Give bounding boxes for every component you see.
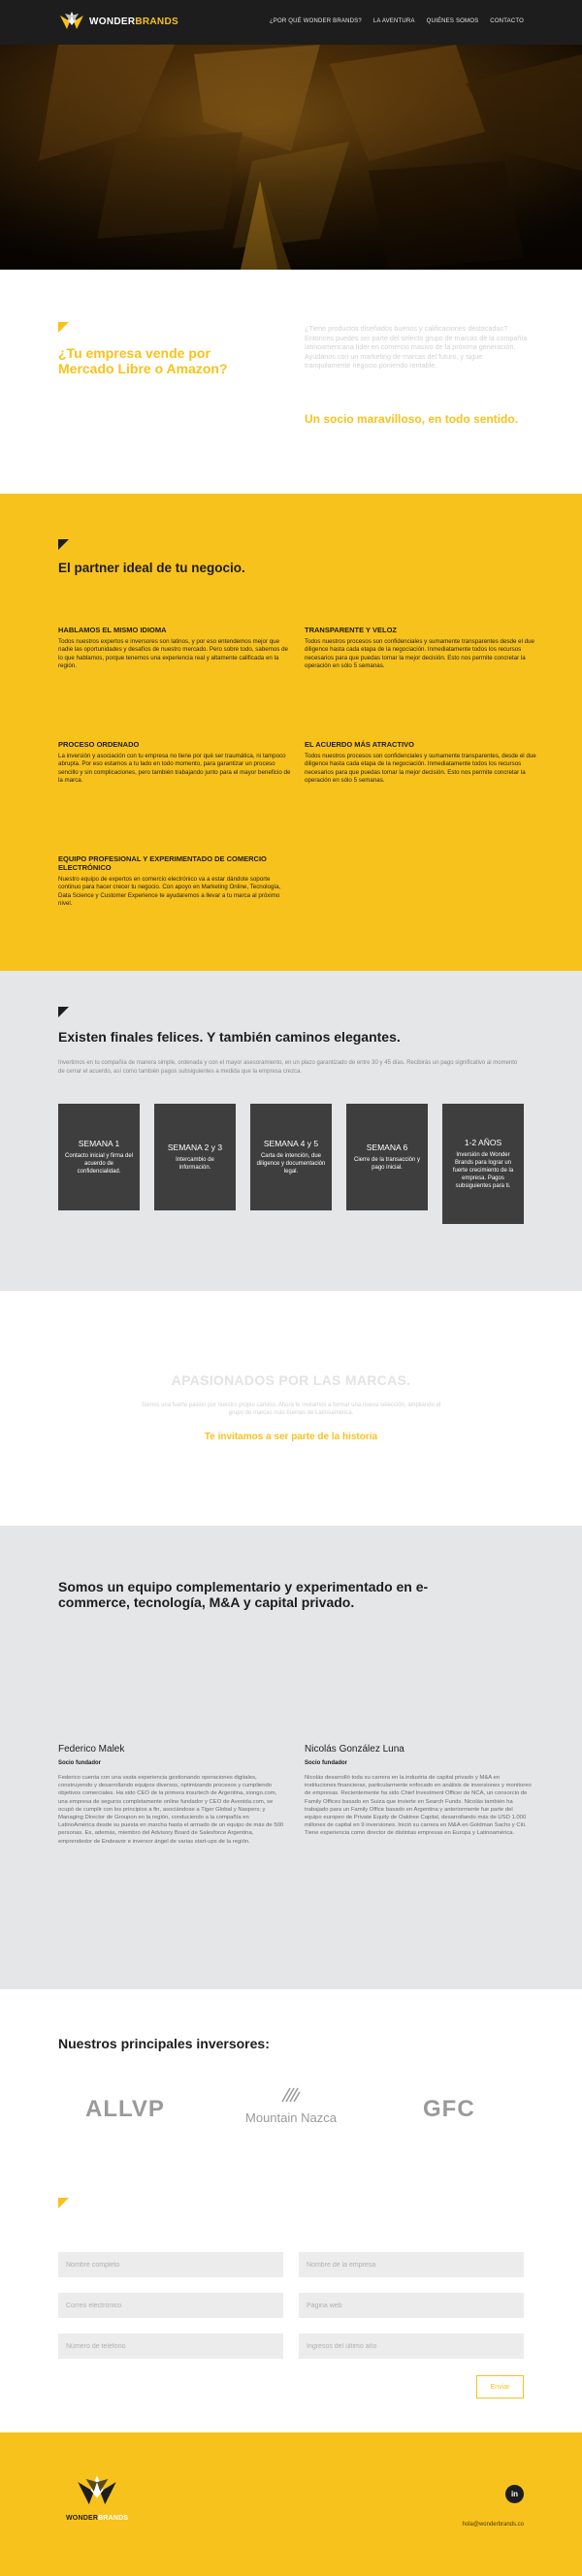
hero-background: [0, 45, 582, 270]
send-button[interactable]: Enviar: [476, 2375, 524, 2399]
partner-block-title: PROCESO ORDENADO: [58, 740, 140, 749]
investors-title: Nuestros principales inversores:: [58, 2036, 270, 2051]
timeline-step-text: Intercambio de información.: [176, 1157, 214, 1171]
partner-block: EL ACUERDO MÁS ATRACTIVO Todos nuestros …: [305, 740, 537, 786]
member-name: Federico Malek: [58, 1744, 125, 1755]
investor-logo-allvp: ALLVP: [85, 2096, 165, 2122]
partner-block-text: Todos nuestros procesos son confidencial…: [305, 638, 534, 670]
passion-section: APASIONADOS POR LAS MARCAS. Somos una fu…: [0, 1291, 582, 1526]
partner-block-text: Nuestro equipo de expertos en comercio e…: [58, 876, 281, 908]
passion-text: Somos una fuerte pasión por nuestro prop…: [141, 1402, 441, 1416]
timeline-title: Existen finales felices. Y también camin…: [58, 1029, 401, 1045]
footer-email-link[interactable]: hola@wonderbrands.co: [463, 2522, 524, 2528]
site-header: WONDERBRANDS ¿POR QUÉ WONDER BRANDS? LA …: [0, 0, 582, 45]
intro-section: ¿Tu empresa vende por Mercado Libre o Am…: [0, 270, 582, 494]
member-bio: Nicolás desarrolló toda su carrera en la…: [305, 1775, 532, 1837]
timeline-step-label: 1-2 AÑOS: [464, 1138, 502, 1147]
corner-accent: [58, 539, 69, 550]
partner-block-title: EQUIPO PROFESIONAL Y EXPERIMENTADO DE CO…: [58, 854, 267, 872]
footer-logo-word-wonder: WONDER: [66, 2515, 99, 2522]
timeline-step-label: SEMANA 1: [78, 1139, 120, 1148]
timeline-description: Invertimos en tu compañía de manera simp…: [58, 1060, 518, 1075]
footer-logo-word-brands: BRANDS: [98, 2515, 129, 2522]
page: WONDERBRANDS ¿POR QUÉ WONDER BRANDS? LA …: [0, 0, 582, 2576]
timeline-step-text: Inversión de Wonder Brands para lograr u…: [452, 1152, 514, 1189]
partner-block: HABLAMOS EL MISMO IDIOMA Todos nuestros …: [58, 626, 291, 671]
member-role: Socio fundador: [58, 1760, 101, 1766]
partner-block-title: EL ACUERDO MÁS ATRACTIVO: [305, 740, 414, 749]
member-bio: Federico cuenta con una vasta experienci…: [58, 1775, 284, 1845]
timeline-step-text: Cierre de la transacción y pago inicial.: [353, 1157, 421, 1171]
timeline-step-text: Carta de intención, due diligence y docu…: [256, 1153, 326, 1175]
intro-text: ¿Tiene productos diseñados buenos y cali…: [305, 324, 528, 370]
logo-word-brands: BRANDS: [135, 16, 178, 27]
nav-item-about[interactable]: QUIÉNES SOMOS: [427, 18, 479, 24]
company-name-field[interactable]: [299, 2252, 524, 2277]
timeline-step-label: SEMANA 4 y 5: [263, 1139, 319, 1148]
team-member: Nicolás González Luna Socio fundador Nic…: [305, 1744, 532, 1838]
partner-title: El partner ideal de tu negocio.: [58, 561, 245, 575]
mountain-nazca-text: Mountain Nazca: [245, 2110, 337, 2125]
partner-block: PROCESO ORDENADO La inversión y asociaci…: [58, 740, 291, 786]
timeline-section: Existen finales felices. Y también camin…: [0, 971, 582, 1291]
partner-block: EQUIPO PROFESIONAL Y EXPERIMENTADO DE CO…: [58, 854, 291, 909]
timeline-step: SEMANA 4 y 5 Carta de intención, due dil…: [250, 1104, 332, 1210]
logo-icon: [60, 12, 83, 29]
timeline-step: SEMANA 6 Cierre de la transacción y pago…: [346, 1104, 428, 1210]
hero-image: [0, 45, 582, 270]
mountain-nazca-icon: [281, 2087, 301, 2103]
intro-tagline: Un socio maravilloso, en todo sentido.: [305, 412, 519, 426]
nav-item-contact[interactable]: CONTACTO: [490, 18, 524, 24]
footer-logo-text: WONDERBRANDS: [66, 2515, 128, 2522]
logo-word-wonder: WONDER: [89, 16, 136, 27]
intro-title: ¿Tu empresa vende por Mercado Libre o Am…: [58, 345, 228, 376]
team-title: Somos un equipo complementario y experim…: [58, 1579, 429, 1610]
partner-block-text: La inversión y asociación con tu empresa…: [58, 753, 291, 785]
timeline-step: 1-2 AÑOS Inversión de Wonder Brands para…: [442, 1104, 524, 1224]
nav-item-adventure[interactable]: LA AVENTURA: [373, 18, 415, 24]
timeline-step-label: SEMANA 2 y 3: [167, 1143, 223, 1152]
timeline-step: SEMANA 2 y 3 Intercambio de información.: [154, 1104, 236, 1210]
team-section: Somos un equipo complementario y experim…: [0, 1526, 582, 1989]
partner-block: TRANSPARENTE Y VELOZ Todos nuestros proc…: [305, 626, 537, 671]
corner-accent: [58, 1007, 69, 1017]
partner-section: El partner ideal de tu negocio. HABLAMOS…: [0, 494, 582, 971]
timeline-step-label: SEMANA 6: [366, 1143, 408, 1152]
website-field[interactable]: [299, 2293, 524, 2318]
corner-accent: [58, 2198, 69, 2208]
nav-item-why[interactable]: ¿POR QUÉ WONDER BRANDS?: [270, 18, 362, 24]
partner-block-text: Todos nuestros procesos son confidencial…: [305, 753, 536, 785]
passion-title: APASIONADOS POR LAS MARCAS.: [171, 1372, 411, 1388]
member-name: Nicolás González Luna: [305, 1744, 404, 1755]
investors-section: Nuestros principales inversores: ALLVP M…: [0, 1989, 582, 2174]
email-field[interactable]: [58, 2293, 283, 2318]
revenue-field[interactable]: [299, 2334, 524, 2359]
full-name-field[interactable]: [58, 2252, 283, 2277]
linkedin-icon[interactable]: in: [505, 2485, 524, 2503]
main-nav: ¿POR QUÉ WONDER BRANDS? LA AVENTURA QUIÉ…: [270, 18, 524, 24]
site-footer: WONDERBRANDS in hola@wonderbrands.co: [0, 2432, 582, 2576]
footer-logo-icon: [78, 2475, 116, 2505]
partner-block-title: TRANSPARENTE Y VELOZ: [305, 626, 398, 634]
investor-logo-mountain-nazca: Mountain Nazca: [237, 2086, 345, 2125]
corner-accent: [58, 322, 69, 333]
phone-field[interactable]: [58, 2334, 283, 2359]
contact-section: Enviar: [0, 2174, 582, 2432]
header-logo[interactable]: WONDERBRANDS: [58, 12, 178, 31]
footer-logo[interactable]: WONDERBRANDS: [66, 2475, 128, 2522]
team-member: Federico Malek Socio fundador Federico c…: [58, 1744, 285, 1846]
timeline-step: SEMANA 1 Contacto inicial y firma del ac…: [58, 1104, 140, 1210]
partner-block-text: Todos nuestros expertos e inversores son…: [58, 638, 288, 670]
logo-text: WONDERBRANDS: [89, 16, 178, 27]
timeline-step-text: Contacto inicial y firma del acuerdo de …: [64, 1153, 134, 1175]
investor-logo-gfc: GFC: [423, 2096, 475, 2122]
partner-block-title: HABLAMOS EL MISMO IDIOMA: [58, 626, 167, 634]
member-role: Socio fundador: [305, 1760, 347, 1766]
passion-cta: Te invitamos a ser parte de la historia: [204, 1432, 378, 1442]
